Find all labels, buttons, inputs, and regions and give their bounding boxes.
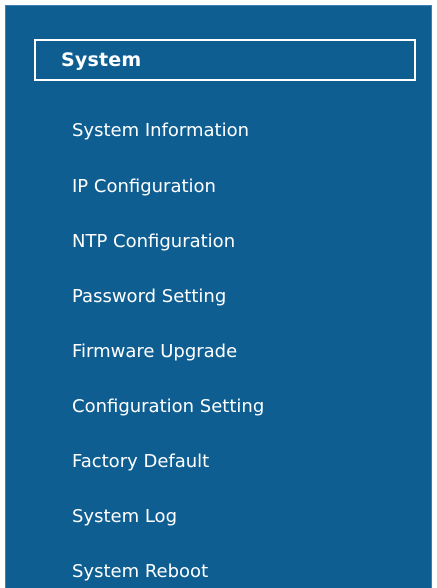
sidebar-menu: System System Information IP Configurati… [5, 5, 432, 588]
menu-item-password-setting[interactable]: Password Setting [6, 269, 431, 324]
menu-item-ntp-configuration[interactable]: NTP Configuration [6, 214, 431, 269]
menu-item-system-reboot[interactable]: System Reboot [6, 544, 431, 588]
system-menu-list: System Information IP Configuration NTP … [6, 103, 431, 588]
menu-item-firmware-upgrade[interactable]: Firmware Upgrade [6, 324, 431, 379]
menu-item-ip-configuration[interactable]: IP Configuration [6, 159, 431, 214]
menu-item-factory-default[interactable]: Factory Default [6, 434, 431, 489]
section-header-system[interactable]: System [34, 39, 416, 81]
menu-item-system-information[interactable]: System Information [6, 103, 431, 159]
menu-item-configuration-setting[interactable]: Configuration Setting [6, 379, 431, 434]
menu-item-system-log[interactable]: System Log [6, 489, 431, 544]
